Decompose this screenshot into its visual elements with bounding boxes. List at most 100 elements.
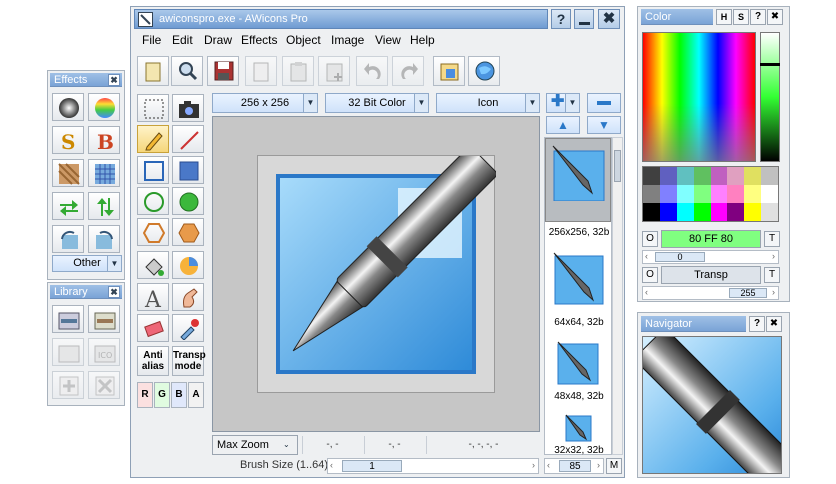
add-format-button[interactable]: ✚ ▼ [546, 93, 580, 113]
menu-draw[interactable]: Draw [204, 33, 232, 47]
lightness-marker[interactable] [760, 63, 780, 66]
library-delete-button[interactable] [88, 371, 120, 399]
help-button[interactable]: ? [551, 9, 571, 29]
bold-text-button[interactable]: B [88, 126, 120, 154]
opaque-button[interactable]: O [642, 267, 658, 283]
mosaic-button[interactable] [88, 159, 120, 187]
menu-effects[interactable]: Effects [241, 33, 277, 47]
sphere-effect-button[interactable] [52, 93, 84, 121]
paste-button[interactable] [282, 56, 314, 86]
filled-ellipse-tool[interactable] [172, 187, 204, 215]
color-slider[interactable]: ‹ 0 › [642, 250, 779, 264]
menu-edit[interactable]: Edit [172, 33, 193, 47]
close-icon[interactable]: ✖ [767, 9, 783, 25]
filled-polygon-tool[interactable] [172, 218, 204, 246]
hsb-button[interactable]: H [716, 9, 732, 25]
zoom-dropdown[interactable]: Max Zoom ⌄ [212, 435, 298, 455]
brush-size-thumb[interactable]: 1 [342, 460, 402, 472]
list-zoom-slider[interactable]: ‹ 85 › [544, 458, 604, 474]
copy-button[interactable] [245, 56, 277, 86]
flip-vertical-button[interactable] [88, 192, 120, 220]
eraser-tool[interactable] [137, 314, 169, 342]
transparent-button[interactable]: T [764, 267, 780, 283]
thumbnail-48[interactable] [554, 338, 602, 386]
chevron-left-icon[interactable]: ‹ [547, 460, 550, 470]
text-tool[interactable]: A [137, 283, 169, 311]
pencil-tool[interactable] [137, 125, 169, 153]
shadow-text-button[interactable]: S [52, 126, 84, 154]
filled-rectangle-tool[interactable] [172, 156, 204, 184]
rotate-right-button[interactable] [88, 225, 120, 253]
transp-mode-toggle[interactable]: Transp mode [172, 346, 206, 376]
channel-a-button[interactable]: A [188, 382, 204, 408]
chevron-right-icon[interactable]: › [597, 460, 600, 470]
redo-button[interactable] [392, 56, 424, 86]
palette-grid[interactable] [642, 166, 779, 222]
chevron-right-icon[interactable]: › [772, 287, 775, 297]
channel-b-button[interactable]: B [171, 382, 187, 408]
navigator-preview[interactable] [642, 336, 782, 474]
import-button[interactable] [433, 56, 465, 86]
line-tool[interactable] [172, 125, 204, 153]
close-button[interactable]: ✖ [598, 9, 620, 29]
rectangle-tool[interactable] [137, 156, 169, 184]
open-button[interactable] [137, 56, 169, 86]
alpha-slider-thumb[interactable]: 255 [729, 288, 767, 298]
hex-color-field[interactable]: 80 FF 80 [661, 230, 761, 248]
menu-file[interactable]: File [142, 33, 161, 47]
color-slider-thumb[interactable]: 0 [655, 252, 705, 262]
brush-size-slider[interactable]: ‹ 1 › [327, 458, 539, 474]
thumbnail-64[interactable] [549, 248, 607, 306]
scroll-thumb[interactable] [614, 150, 621, 182]
capture-tool[interactable] [172, 94, 204, 122]
gradient-tool[interactable] [172, 251, 204, 279]
texture-button[interactable] [52, 159, 84, 187]
smudge-tool[interactable] [172, 283, 204, 311]
list-zoom-max-button[interactable]: M [606, 458, 622, 474]
library-new-button[interactable] [52, 371, 84, 399]
zoom-button[interactable] [171, 56, 203, 86]
menu-help[interactable]: Help [410, 33, 435, 47]
menu-view[interactable]: View [375, 33, 401, 47]
polygon-tool[interactable] [137, 218, 169, 246]
library-add-button[interactable] [88, 305, 120, 333]
transp-field[interactable]: Transp [661, 266, 761, 284]
effects-other-dropdown[interactable]: Other ▼ [52, 255, 122, 272]
rotate-left-button[interactable] [52, 225, 84, 253]
fill-tool[interactable] [137, 251, 169, 279]
close-icon[interactable]: ✖ [766, 316, 782, 332]
menu-image[interactable]: Image [331, 33, 364, 47]
rainbow-effect-button[interactable] [88, 93, 120, 121]
minimize-button[interactable] [574, 9, 594, 29]
menu-object[interactable]: Object [286, 33, 321, 47]
swatches-button[interactable]: S [733, 9, 749, 25]
close-icon[interactable]: ✖ [108, 286, 120, 298]
undo-button[interactable] [356, 56, 388, 86]
chevron-right-icon[interactable]: › [772, 251, 775, 261]
thumbnail-32[interactable] [563, 412, 593, 442]
antialias-toggle[interactable]: Anti alias [137, 346, 169, 376]
library-ico-button[interactable]: ICO [88, 338, 120, 366]
library-open-button[interactable] [52, 305, 84, 333]
lightness-slider[interactable] [760, 32, 780, 162]
chevron-left-icon[interactable]: ‹ [645, 251, 648, 261]
ellipse-tool[interactable] [137, 187, 169, 215]
web-button[interactable] [468, 56, 500, 86]
thumbnail-scrollbar[interactable] [612, 137, 623, 455]
list-zoom-thumb[interactable]: 85 [559, 460, 591, 472]
chevron-left-icon[interactable]: ‹ [645, 287, 648, 297]
move-up-button[interactable]: ▲ [546, 116, 580, 134]
paste-new-button[interactable] [318, 56, 350, 86]
save-button[interactable] [207, 56, 239, 86]
flip-horizontal-button[interactable] [52, 192, 84, 220]
help-icon[interactable]: ? [749, 316, 765, 332]
library-insert-button[interactable] [52, 338, 84, 366]
opaque-button[interactable]: O [642, 231, 658, 247]
canvas-area[interactable] [212, 116, 540, 432]
chevron-right-icon[interactable]: › [532, 460, 535, 470]
channel-g-button[interactable]: G [154, 382, 170, 408]
move-down-button[interactable]: ▼ [587, 116, 621, 134]
help-icon[interactable]: ? [750, 9, 766, 25]
select-tool[interactable] [137, 94, 169, 122]
color-picker-tool[interactable] [172, 314, 204, 342]
